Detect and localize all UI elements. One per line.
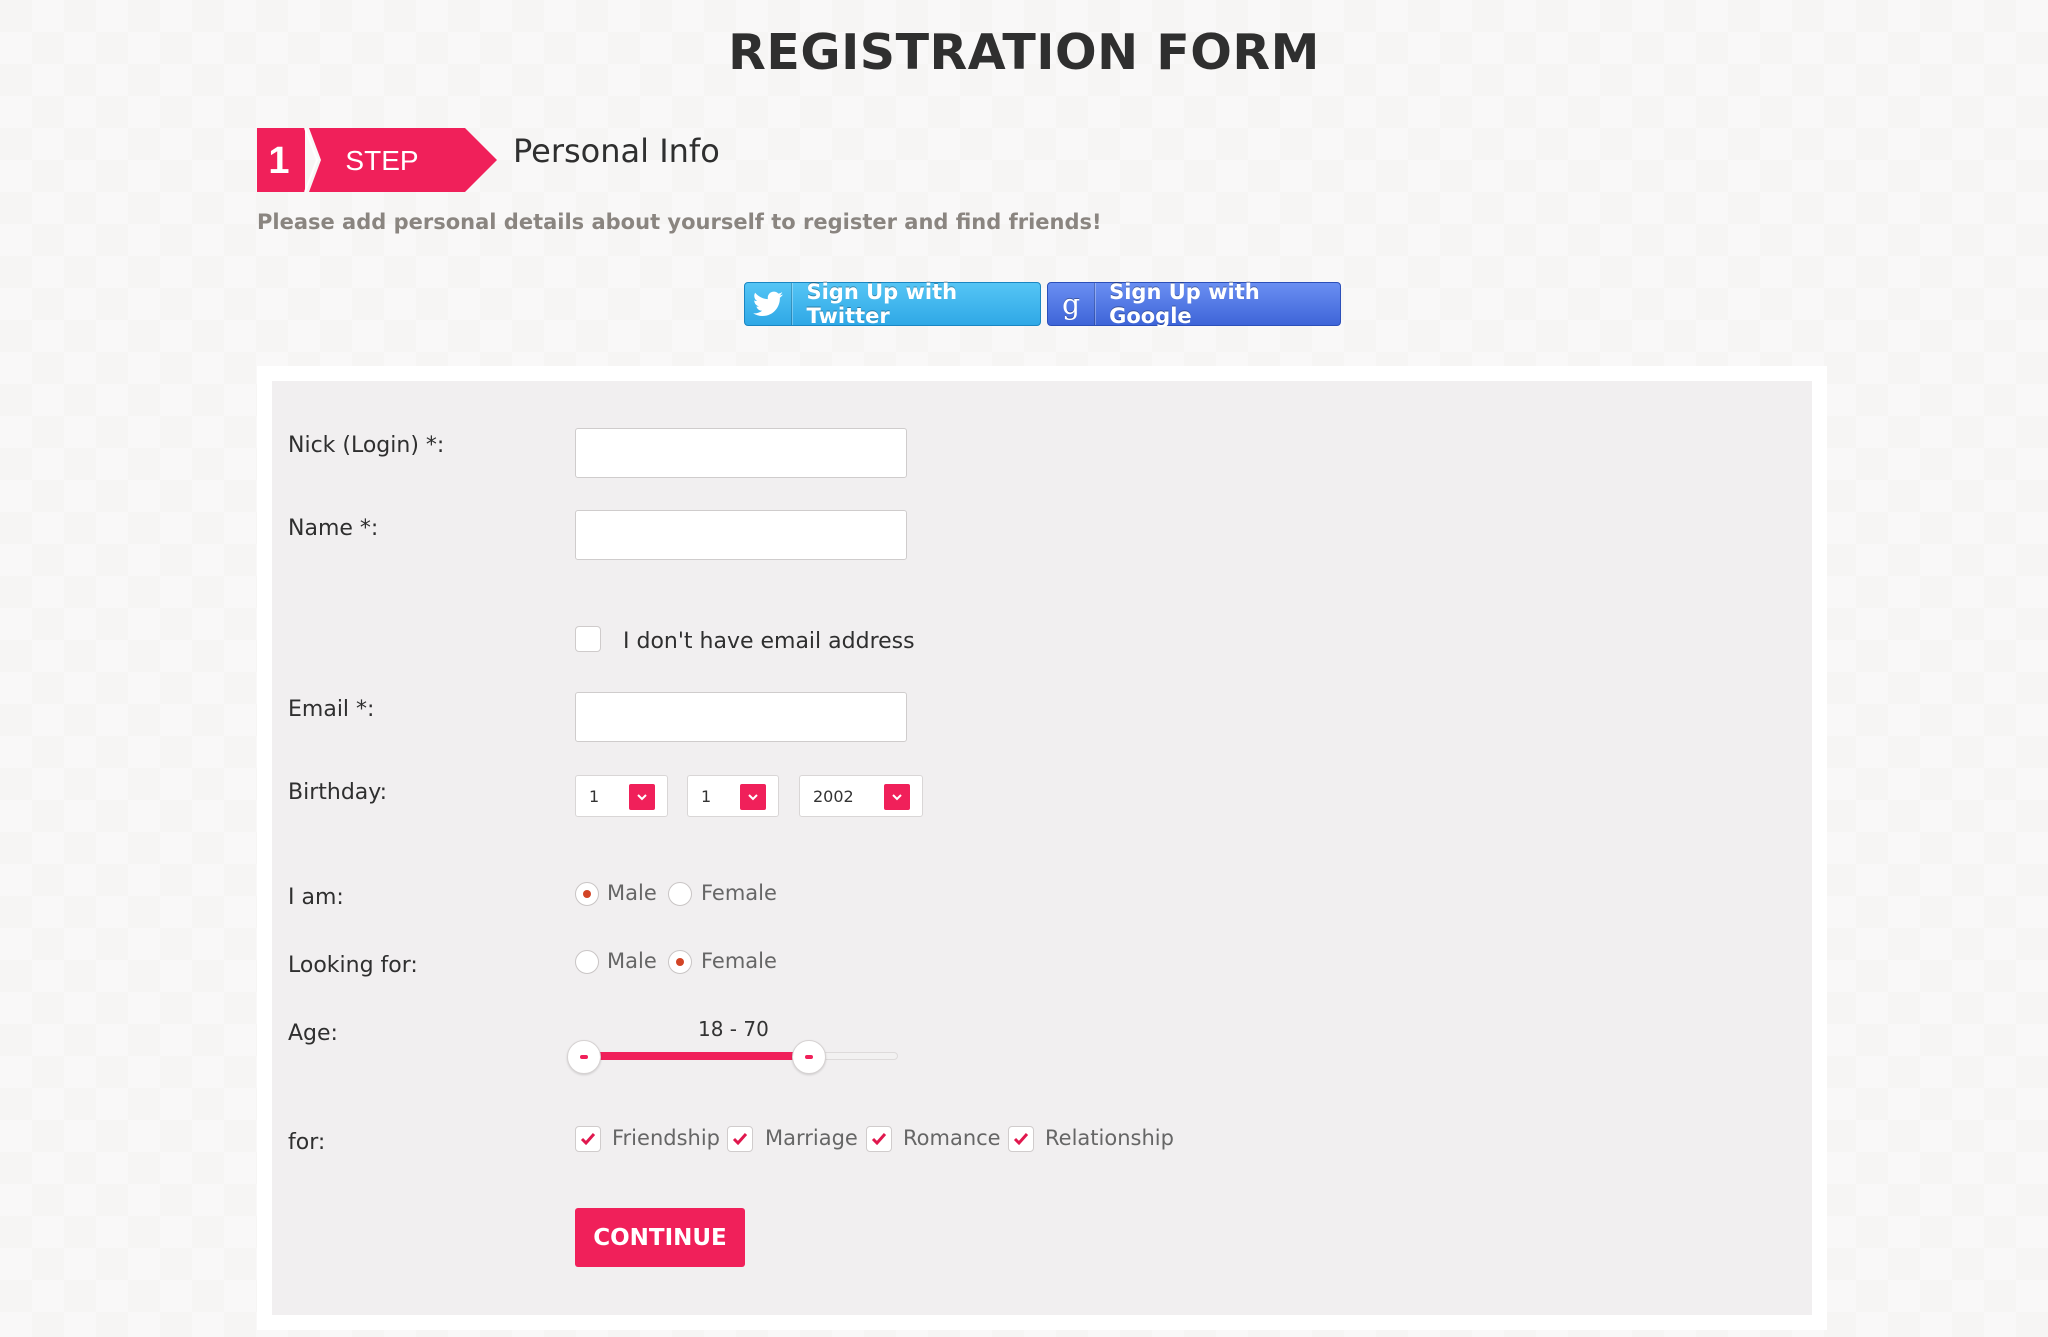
- age-max-handle[interactable]: [792, 1040, 826, 1074]
- continue-button[interactable]: CONTINUE: [575, 1208, 745, 1267]
- form-panel: [272, 381, 1812, 1315]
- name-label: Name *:: [288, 516, 379, 541]
- age-range-value: 18 - 70: [698, 1017, 769, 1041]
- romance-label: Romance: [903, 1126, 1001, 1150]
- form-card: [257, 366, 1827, 1330]
- looking-male-label: Male: [607, 949, 657, 973]
- google-g-icon: g: [1048, 283, 1096, 325]
- birthday-month-select[interactable]: 1: [687, 775, 779, 817]
- chevron-down-icon: [884, 784, 910, 810]
- email-input[interactable]: [575, 692, 907, 742]
- checkmark-icon: [871, 1133, 887, 1146]
- checkmark-icon: [580, 1133, 596, 1146]
- purpose-label: for:: [288, 1130, 326, 1155]
- twitter-signup-label: Sign Up with Twitter: [806, 280, 958, 328]
- romance-checkbox[interactable]: [866, 1126, 892, 1152]
- birthday-label: Birthday:: [288, 780, 388, 805]
- looking-for-label: Looking for:: [288, 953, 418, 978]
- gender-label: I am:: [288, 885, 344, 910]
- age-label: Age:: [288, 1021, 338, 1046]
- age-slider-fill: [584, 1052, 808, 1060]
- nick-input[interactable]: [575, 428, 907, 478]
- no-email-checkbox[interactable]: [575, 626, 601, 652]
- marriage-checkbox[interactable]: [727, 1126, 753, 1152]
- gender-female-radio[interactable]: [668, 882, 692, 906]
- chevron-down-icon: [629, 784, 655, 810]
- step-number: 1: [268, 140, 289, 182]
- nick-label: Nick (Login) *:: [288, 433, 445, 458]
- google-signup-label: Sign Up with Google: [1109, 280, 1260, 328]
- looking-female-label: Female: [701, 949, 777, 973]
- gender-male-radio[interactable]: [575, 882, 599, 906]
- step-label: STEP: [345, 145, 418, 176]
- friendship-checkbox[interactable]: [575, 1126, 601, 1152]
- birthday-year-value: 2002: [813, 787, 854, 806]
- twitter-signup-button[interactable]: Sign Up with Twitter: [744, 280, 1041, 328]
- twitter-bird-icon: [745, 283, 793, 325]
- birthday-day-value: 1: [589, 787, 600, 806]
- gender-female-label: Female: [701, 881, 777, 905]
- google-signup-button[interactable]: g Sign Up with Google: [1047, 280, 1341, 328]
- friendship-label: Friendship: [612, 1126, 720, 1150]
- step-ribbon: 1 STEP: [257, 128, 497, 192]
- relationship-checkbox[interactable]: [1008, 1126, 1034, 1152]
- email-label: Email *:: [288, 697, 375, 722]
- gender-male-label: Male: [607, 881, 657, 905]
- step-title: Personal Info: [513, 132, 720, 170]
- looking-male-radio[interactable]: [575, 950, 599, 974]
- birthday-month-value: 1: [701, 787, 712, 806]
- birthday-day-select[interactable]: 1: [575, 775, 668, 817]
- chevron-down-icon: [740, 784, 766, 810]
- relationship-label: Relationship: [1045, 1126, 1174, 1150]
- checkmark-icon: [732, 1133, 748, 1146]
- age-min-handle[interactable]: [567, 1040, 601, 1074]
- checkmark-icon: [1013, 1133, 1029, 1146]
- birthday-year-select[interactable]: 2002: [799, 775, 923, 817]
- page-title: REGISTRATION FORM: [728, 24, 1320, 81]
- name-input[interactable]: [575, 510, 907, 560]
- looking-female-radio[interactable]: [668, 950, 692, 974]
- step-subtitle: Please add personal details about yourse…: [257, 210, 1102, 234]
- no-email-label: I don't have email address: [623, 629, 915, 654]
- marriage-label: Marriage: [765, 1126, 858, 1150]
